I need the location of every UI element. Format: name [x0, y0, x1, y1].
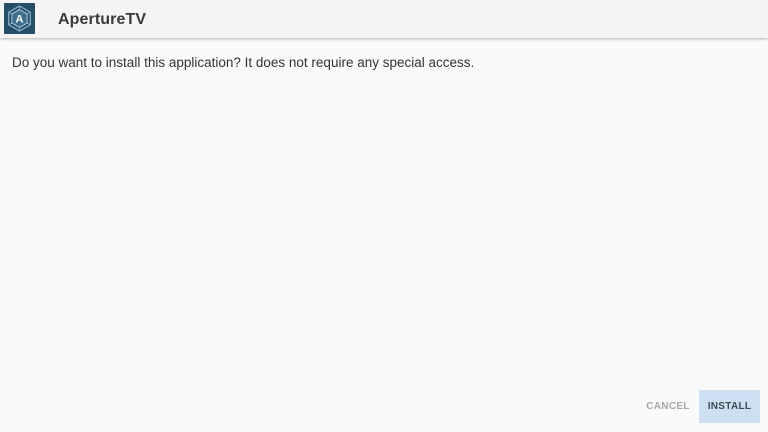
app-header: A ApertureTV	[0, 0, 768, 38]
install-permission-message: Do you want to install this application?…	[12, 55, 475, 70]
cancel-button[interactable]: CANCEL	[637, 390, 699, 423]
app-title: ApertureTV	[58, 11, 147, 28]
app-icon-letter: A	[16, 14, 24, 26]
install-screen: A ApertureTV Do you want to install this…	[0, 0, 768, 432]
aperture-tv-logo-icon: A	[4, 3, 35, 34]
install-button[interactable]: INSTALL	[699, 390, 760, 423]
